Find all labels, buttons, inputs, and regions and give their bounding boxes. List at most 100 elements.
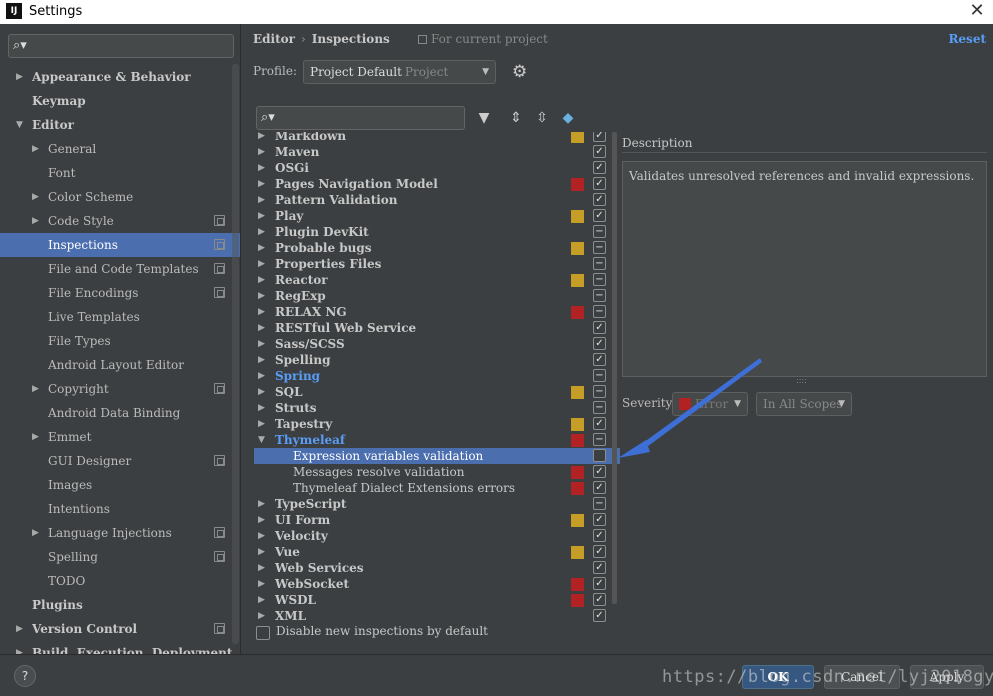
inspection-group[interactable]: ▶ Markdown ✓ [254, 132, 620, 144]
settings-search-input[interactable]: ⌕▾ [8, 34, 234, 58]
inspection-group[interactable]: ▶ RESTful Web Service ✓ [254, 320, 620, 336]
inspections-scrollbar[interactable] [612, 132, 617, 604]
expand-all-icon[interactable]: ⇕ [506, 108, 526, 128]
inspection-group[interactable]: ▶ RegExp − [254, 288, 620, 304]
sidebar-item[interactable]: ▼ Editor [0, 113, 240, 137]
chevron-right-icon[interactable]: ▶ [258, 384, 265, 400]
inspection-group[interactable]: ▶ WSDL ✓ [254, 592, 620, 608]
chevron-right-icon[interactable]: ▶ [16, 65, 26, 89]
splitter-handle[interactable]: :::: [796, 376, 807, 385]
inspection-checkbox[interactable]: ✓ [593, 337, 606, 350]
sidebar-item[interactable]: Spelling [0, 545, 240, 569]
disable-new-inspections-checkbox[interactable] [256, 626, 270, 640]
collapse-all-icon[interactable]: ⇳ [532, 108, 552, 128]
inspection-checkbox[interactable]: ✓ [593, 209, 606, 222]
chevron-right-icon[interactable]: ▶ [258, 592, 265, 608]
inspection-group[interactable]: ▶ Tapestry ✓ [254, 416, 620, 432]
inspection-checkbox[interactable]: ✓ [593, 465, 606, 478]
chevron-right-icon[interactable]: ▶ [258, 272, 265, 288]
chevron-right-icon[interactable]: ▶ [258, 608, 265, 624]
inspection-group[interactable]: ▶ RELAX NG − [254, 304, 620, 320]
inspection-checkbox[interactable]: ✓ [593, 321, 606, 334]
sidebar-item[interactable]: TODO [0, 569, 240, 593]
inspection-group[interactable]: ▶ TypeScript − [254, 496, 620, 512]
scope-dropdown[interactable]: In All Scopes ▼ [756, 392, 852, 416]
inspection-checkbox[interactable]: ✓ [593, 561, 606, 574]
sidebar-scrollbar[interactable] [232, 64, 239, 644]
inspection-group[interactable]: ▶ Web Services ✓ [254, 560, 620, 576]
inspection-group[interactable]: ▶ Properties Files − [254, 256, 620, 272]
sidebar-item[interactable]: File and Code Templates [0, 257, 240, 281]
inspection-checkbox[interactable]: − [593, 433, 606, 446]
inspection-item[interactable]: Thymeleaf Dialect Extensions errors ✓ [254, 480, 620, 496]
inspection-group[interactable]: ▶ WebSocket ✓ [254, 576, 620, 592]
inspection-checkbox[interactable]: − [593, 257, 606, 270]
inspection-checkbox[interactable]: ✓ [593, 145, 606, 158]
inspection-group[interactable]: ▶ Maven ✓ [254, 144, 620, 160]
inspection-group[interactable]: ▶ Sass/SCSS ✓ [254, 336, 620, 352]
chevron-right-icon[interactable]: ▶ [258, 336, 265, 352]
inspection-checkbox[interactable]: ✓ [593, 593, 606, 606]
sidebar-item[interactable]: ▶ Copyright [0, 377, 240, 401]
chevron-right-icon[interactable]: ▶ [258, 240, 265, 256]
inspection-checkbox[interactable]: − [593, 369, 606, 382]
inspection-group[interactable]: ▶ Pattern Validation ✓ [254, 192, 620, 208]
inspection-checkbox[interactable]: − [593, 401, 606, 414]
inspection-group[interactable]: ▶ Struts − [254, 400, 620, 416]
sidebar-item[interactable]: Android Layout Editor [0, 353, 240, 377]
gear-icon[interactable]: ⚙ [512, 62, 527, 82]
inspection-group[interactable]: ▶ Velocity ✓ [254, 528, 620, 544]
chevron-right-icon[interactable]: ▶ [16, 617, 26, 641]
inspection-checkbox[interactable]: ✓ [593, 545, 606, 558]
chevron-right-icon[interactable]: ▶ [258, 512, 265, 528]
sidebar-item[interactable]: ▶ Color Scheme [0, 185, 240, 209]
inspection-checkbox[interactable]: − [593, 273, 606, 286]
sidebar-item[interactable]: ▶ Code Style [0, 209, 240, 233]
chevron-right-icon[interactable]: ▶ [258, 320, 265, 336]
chevron-right-icon[interactable]: ▶ [16, 641, 26, 654]
chevron-right-icon[interactable]: ▶ [32, 185, 42, 209]
inspection-group[interactable]: ▶ Probable bugs − [254, 240, 620, 256]
chevron-right-icon[interactable]: ▶ [258, 304, 265, 320]
inspection-checkbox[interactable]: ✓ [593, 609, 606, 622]
chevron-down-icon[interactable]: ▼ [16, 113, 26, 137]
sidebar-item[interactable]: File Types [0, 329, 240, 353]
chevron-right-icon[interactable]: ▶ [258, 288, 265, 304]
inspection-group[interactable]: ▶ SQL − [254, 384, 620, 400]
inspection-group[interactable]: ▶ Reactor − [254, 272, 620, 288]
sidebar-item[interactable]: ▶ General [0, 137, 240, 161]
inspection-checkbox[interactable]: − [593, 241, 606, 254]
inspection-checkbox[interactable]: ✓ [593, 161, 606, 174]
help-button[interactable]: ? [14, 665, 36, 687]
sidebar-item[interactable]: ▶ Appearance & Behavior [0, 65, 240, 89]
inspection-group[interactable]: ▶ Spelling ✓ [254, 352, 620, 368]
sidebar-item[interactable]: Keymap [0, 89, 240, 113]
sidebar-item[interactable]: Images [0, 473, 240, 497]
chevron-right-icon[interactable]: ▶ [258, 416, 265, 432]
close-icon[interactable]: ✕ [967, 1, 987, 21]
inspection-checkbox[interactable]: ✓ [593, 577, 606, 590]
inspection-checkbox[interactable] [593, 449, 606, 462]
inspection-group[interactable]: ▶ Spring − [254, 368, 620, 384]
chevron-right-icon[interactable]: ▶ [258, 224, 265, 240]
sidebar-item[interactable]: ▶ Version Control [0, 617, 240, 641]
inspection-checkbox[interactable]: ✓ [593, 177, 606, 190]
inspection-group[interactable]: ▶ Vue ✓ [254, 544, 620, 560]
eraser-icon[interactable]: ◆ [558, 108, 578, 128]
chevron-right-icon[interactable]: ▶ [258, 176, 265, 192]
chevron-right-icon[interactable]: ▶ [32, 209, 42, 233]
chevron-right-icon[interactable]: ▶ [258, 160, 265, 176]
chevron-right-icon[interactable]: ▶ [258, 192, 265, 208]
inspection-checkbox[interactable]: ✓ [593, 132, 606, 142]
inspection-checkbox[interactable]: ✓ [593, 353, 606, 366]
chevron-right-icon[interactable]: ▶ [258, 400, 265, 416]
inspection-checkbox[interactable]: ✓ [593, 513, 606, 526]
chevron-right-icon[interactable]: ▶ [258, 544, 265, 560]
chevron-down-icon[interactable]: ▼ [258, 432, 265, 448]
chevron-right-icon[interactable]: ▶ [32, 425, 42, 449]
chevron-right-icon[interactable]: ▶ [258, 256, 265, 272]
inspection-checkbox[interactable]: − [593, 385, 606, 398]
chevron-right-icon[interactable]: ▶ [32, 377, 42, 401]
inspection-group[interactable]: ▶ XML ✓ [254, 608, 620, 624]
inspection-group[interactable]: ▶ Pages Navigation Model ✓ [254, 176, 620, 192]
